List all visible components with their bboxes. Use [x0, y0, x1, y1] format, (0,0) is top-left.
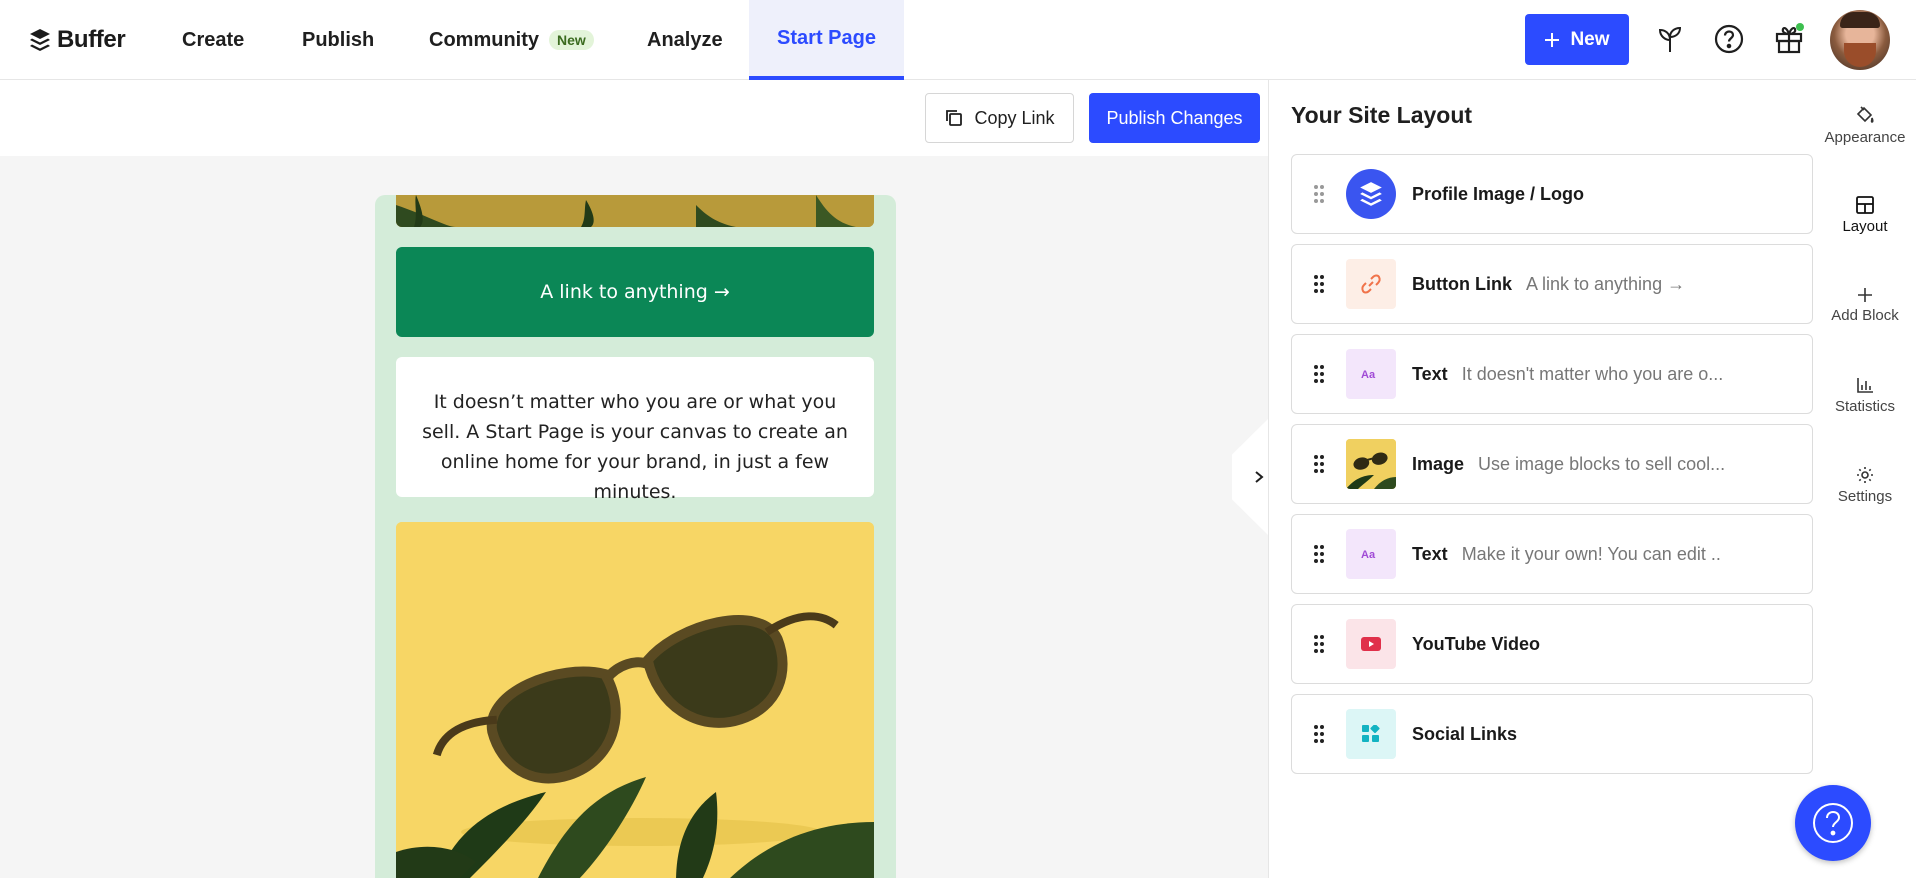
drag-handle-icon[interactable]: [1292, 334, 1346, 414]
rail-statistics[interactable]: Statistics: [1814, 360, 1916, 430]
text-block: It doesn’t matter who you are or what yo…: [396, 357, 874, 503]
buffer-stack-icon: [30, 29, 50, 51]
block-title: Image: [1412, 453, 1465, 474]
block-title: YouTube Video: [1412, 633, 1541, 654]
avatar-beard: [1844, 43, 1876, 67]
help-chat-button[interactable]: [1795, 785, 1871, 861]
nav-create[interactable]: Create: [182, 0, 244, 80]
rail-label: Add Block: [1831, 306, 1899, 324]
publish-changes-button[interactable]: Publish Changes: [1089, 93, 1260, 143]
nav-analyze-label: Analyze: [647, 28, 723, 51]
rail-appearance[interactable]: Appearance: [1814, 90, 1916, 160]
gear-icon: [1857, 466, 1873, 483]
block-subtitle: Make it your own! You can edit ...: [1461, 543, 1722, 564]
layout-block-text-2[interactable]: Aa Text Make it your own! You can edit .…: [1291, 514, 1813, 594]
rail-label: Settings: [1837, 487, 1893, 505]
nav-start-page-label: Start Page: [777, 26, 876, 49]
rail-settings[interactable]: Settings: [1814, 450, 1916, 520]
side-rail: Appearance Layout Add Block Statistics S…: [1814, 80, 1916, 878]
plus-icon: [1858, 287, 1872, 302]
help-circle-icon[interactable]: [1712, 22, 1746, 56]
plus-icon: [1545, 32, 1560, 47]
rail-label: Appearance: [1824, 128, 1906, 146]
gift-icon[interactable]: [1772, 22, 1806, 56]
bar-chart-icon: [1857, 377, 1873, 393]
block-subtitle: A link to anything →: [1525, 273, 1686, 294]
youtube-icon: [1346, 619, 1396, 669]
new-button-label: New: [1570, 28, 1610, 50]
image-block-top[interactable]: [396, 195, 874, 227]
block-subtitle: It doesn't matter who you are o...: [1461, 363, 1722, 384]
start-page-preview[interactable]: A link to anything → It doesn’t matter w…: [375, 195, 896, 878]
copy-icon: [946, 110, 963, 126]
nav-create-label: Create: [182, 28, 245, 51]
site-layout-panel: Your Site Layout Profile Image / Logo Bu…: [1268, 80, 1814, 878]
button-link-block[interactable]: A link to anything →: [396, 247, 874, 337]
nav-analyze[interactable]: Analyze: [647, 0, 723, 80]
social-grid-icon: [1346, 709, 1396, 759]
new-button[interactable]: New: [1525, 14, 1629, 65]
svg-text:Aa: Aa: [1361, 549, 1376, 561]
sprout-icon[interactable]: [1653, 22, 1687, 56]
user-avatar[interactable]: [1830, 10, 1890, 70]
block-title: Social Links: [1412, 723, 1518, 744]
drag-handle-icon[interactable]: [1292, 514, 1346, 594]
copy-link-label: Copy Link: [974, 107, 1055, 128]
top-navigation: Buffer Create Publish Community New Anal…: [0, 0, 1916, 80]
rail-label: Layout: [1842, 217, 1888, 235]
layout-block-button-link[interactable]: Button Link A link to anything →: [1291, 244, 1813, 324]
block-title: Text: [1412, 363, 1448, 384]
buffer-logo[interactable]: Buffer: [29, 24, 126, 56]
layout-block-social-links[interactable]: Social Links: [1291, 694, 1813, 774]
block-title: Profile Image / Logo: [1412, 183, 1585, 204]
nav-community[interactable]: Community New: [429, 0, 594, 80]
layout-block-text-1[interactable]: Aa Text It doesn't matter who you are o.…: [1291, 334, 1813, 414]
drag-handle-icon[interactable]: [1292, 424, 1346, 504]
link-icon: [1346, 259, 1396, 309]
panel-title: Your Site Layout: [1291, 102, 1473, 128]
drag-handle-icon[interactable]: [1292, 154, 1346, 234]
image-thumbnail: [1346, 439, 1396, 489]
publish-changes-label: Publish Changes: [1106, 107, 1243, 128]
nav-community-label: Community: [429, 28, 539, 51]
paint-bucket-icon: [1856, 105, 1874, 123]
sunglasses-image[interactable]: [396, 522, 874, 878]
copy-link-button[interactable]: Copy Link: [925, 93, 1074, 143]
new-badge: New: [549, 30, 594, 50]
buffer-logo-icon: [1346, 169, 1396, 219]
editor-toolbar: Copy Link Publish Changes: [0, 80, 1268, 156]
rail-layout[interactable]: Layout: [1814, 180, 1916, 250]
nav-start-page[interactable]: Start Page: [749, 0, 904, 80]
question-icon: [1813, 803, 1853, 843]
collapse-panel-toggle[interactable]: [1232, 415, 1272, 539]
layout-icon: [1856, 195, 1874, 214]
block-title: Button Link: [1412, 273, 1512, 294]
avatar-hair: [1840, 12, 1880, 28]
block-title: Text: [1412, 543, 1448, 564]
chevron-right-icon: [1255, 471, 1264, 483]
drag-handle-icon[interactable]: [1292, 604, 1346, 684]
text-icon: Aa: [1346, 349, 1396, 399]
nav-publish[interactable]: Publish: [302, 0, 374, 80]
drag-handle-icon[interactable]: [1292, 694, 1346, 774]
block-subtitle: Use image blocks to sell cool...: [1478, 453, 1726, 474]
layout-block-profile-image[interactable]: Profile Image / Logo: [1291, 154, 1813, 234]
drag-handle-icon[interactable]: [1292, 244, 1346, 324]
layout-block-image[interactable]: Image Use image blocks to sell cool...: [1291, 424, 1813, 504]
svg-text:Aa: Aa: [1361, 369, 1376, 381]
rail-add-block[interactable]: Add Block: [1814, 270, 1916, 340]
brand-name: Buffer: [57, 26, 126, 53]
layout-block-youtube[interactable]: YouTube Video: [1291, 604, 1813, 684]
rail-label: Statistics: [1834, 397, 1895, 415]
text-icon: Aa: [1346, 529, 1396, 579]
nav-publish-label: Publish: [302, 28, 375, 51]
